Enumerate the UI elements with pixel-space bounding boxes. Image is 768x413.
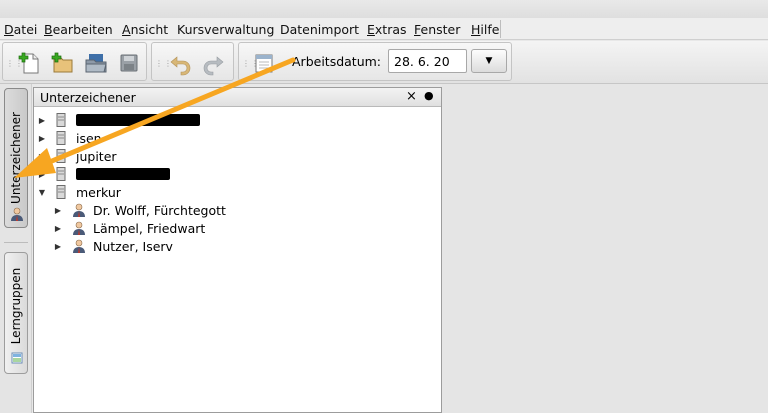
menu-kursverwaltung[interactable]: Kursverwaltung	[177, 22, 274, 37]
expand-icon[interactable]: ▶	[53, 242, 63, 251]
menu-ansicht[interactable]: Ansicht	[122, 22, 168, 37]
open-folder-icon[interactable]	[83, 50, 109, 76]
person-icon	[73, 203, 85, 217]
tab-unterzeichener-label: Unterzeichener	[9, 112, 23, 204]
menu-fenster[interactable]: Fenster	[414, 22, 460, 37]
redacted-label	[76, 168, 170, 180]
main-content-area	[442, 84, 768, 413]
menu-ansicht-rest: nsicht	[130, 22, 169, 37]
menu-datenimport[interactable]: Datenimport	[280, 22, 359, 37]
close-icon[interactable]: ×	[406, 89, 417, 104]
window-titlebar	[0, 0, 768, 18]
tree-item-label: isen	[76, 130, 102, 146]
unterzeichener-panel: Unterzeichener × ● ▶ ▶ isen ▶ jupiter ▶ …	[33, 87, 442, 413]
tab-lerngruppen[interactable]: Lerngruppen	[4, 252, 28, 374]
menubar-divider	[500, 20, 501, 38]
expand-icon[interactable]: ▶	[53, 224, 63, 233]
menu-hilfe-rest: ilfe	[480, 22, 500, 37]
tree-item-person[interactable]: ▶ Nutzer, Iserv	[53, 237, 173, 255]
redacted-label	[76, 114, 200, 126]
tree-item-server[interactable]: ▼ merkur	[37, 183, 121, 201]
tab-unterzeichener[interactable]: Unterzeichener	[4, 88, 28, 228]
pin-icon[interactable]: ●	[424, 89, 434, 102]
calendar-icon[interactable]	[251, 50, 277, 76]
panel-title: Unterzeichener	[40, 90, 136, 105]
expand-icon[interactable]: ▶	[37, 134, 47, 143]
tree-item-label: Dr. Wolff, Fürchtegott	[93, 202, 226, 218]
menu-hilfe[interactable]: Hilfe	[471, 22, 499, 37]
toolbar-group-edit: ⋮⋮	[151, 42, 234, 81]
menu-datei-rest: atei	[13, 22, 38, 37]
server-icon	[56, 113, 66, 127]
expand-icon[interactable]: ▶	[37, 116, 47, 125]
side-tab-bar: Unterzeichener Lerngruppen	[0, 84, 32, 413]
menu-extras[interactable]: Extras	[367, 22, 407, 37]
tree-item-server[interactable]: ▶ jupiter	[37, 147, 117, 165]
server-icon	[56, 185, 66, 199]
menubar: Datei Bearbeiten Ansicht Kursverwaltung …	[0, 18, 768, 40]
person-icon	[73, 239, 85, 253]
server-icon	[56, 149, 66, 163]
tab-lerngruppen-label: Lerngruppen	[9, 267, 23, 345]
tree-item-person[interactable]: ▶ Dr. Wolff, Fürchtegott	[53, 201, 226, 219]
toolbar-group-file: ⋮⋮	[2, 42, 147, 81]
save-icon[interactable]	[116, 50, 142, 76]
menu-fenster-rest: enster	[420, 22, 461, 37]
new-document-icon[interactable]	[17, 50, 43, 76]
new-folder-icon[interactable]	[50, 50, 76, 76]
tree-item-server[interactable]: ▶ isen	[37, 129, 102, 147]
menu-extras-rest: xtras	[374, 22, 407, 37]
expand-icon[interactable]: ▶	[37, 170, 47, 179]
expand-icon[interactable]: ▶	[37, 152, 47, 161]
tree-item-label: jupiter	[76, 148, 117, 164]
tree-item-server[interactable]: ▶	[37, 165, 170, 183]
person-icon	[73, 221, 85, 235]
toolbar: ⋮⋮ ⋮⋮ ⋮⋮ Arbeitsdatum: ▼	[0, 41, 768, 84]
undo-icon[interactable]	[168, 50, 194, 76]
arbeitsdatum-field[interactable]	[388, 49, 467, 73]
tree-item-server[interactable]: ▶	[37, 111, 200, 129]
side-tab-separator	[4, 242, 28, 243]
tree-item-label: Lämpel, Friedwart	[93, 220, 206, 236]
tree-item-label: Nutzer, Iserv	[93, 238, 173, 254]
server-icon	[56, 131, 66, 145]
redo-icon[interactable]	[200, 50, 226, 76]
menu-bearbeiten-rest: earbeiten	[52, 22, 113, 37]
expand-icon[interactable]: ▶	[53, 206, 63, 215]
menu-datei[interactable]: Datei	[4, 22, 37, 37]
tree-item-label: merkur	[76, 184, 121, 200]
panel-header: Unterzeichener × ●	[34, 88, 441, 107]
date-dropdown-button[interactable]: ▼	[471, 49, 507, 73]
group-list-icon	[11, 352, 23, 364]
arbeitsdatum-label: Arbeitsdatum:	[292, 54, 382, 69]
menu-bearbeiten[interactable]: Bearbeiten	[44, 22, 113, 37]
server-icon	[56, 167, 66, 181]
chevron-down-icon: ▼	[485, 56, 493, 66]
collapse-icon[interactable]: ▼	[37, 188, 47, 197]
person-icon	[11, 207, 23, 221]
tree-item-person[interactable]: ▶ Lämpel, Friedwart	[53, 219, 205, 237]
